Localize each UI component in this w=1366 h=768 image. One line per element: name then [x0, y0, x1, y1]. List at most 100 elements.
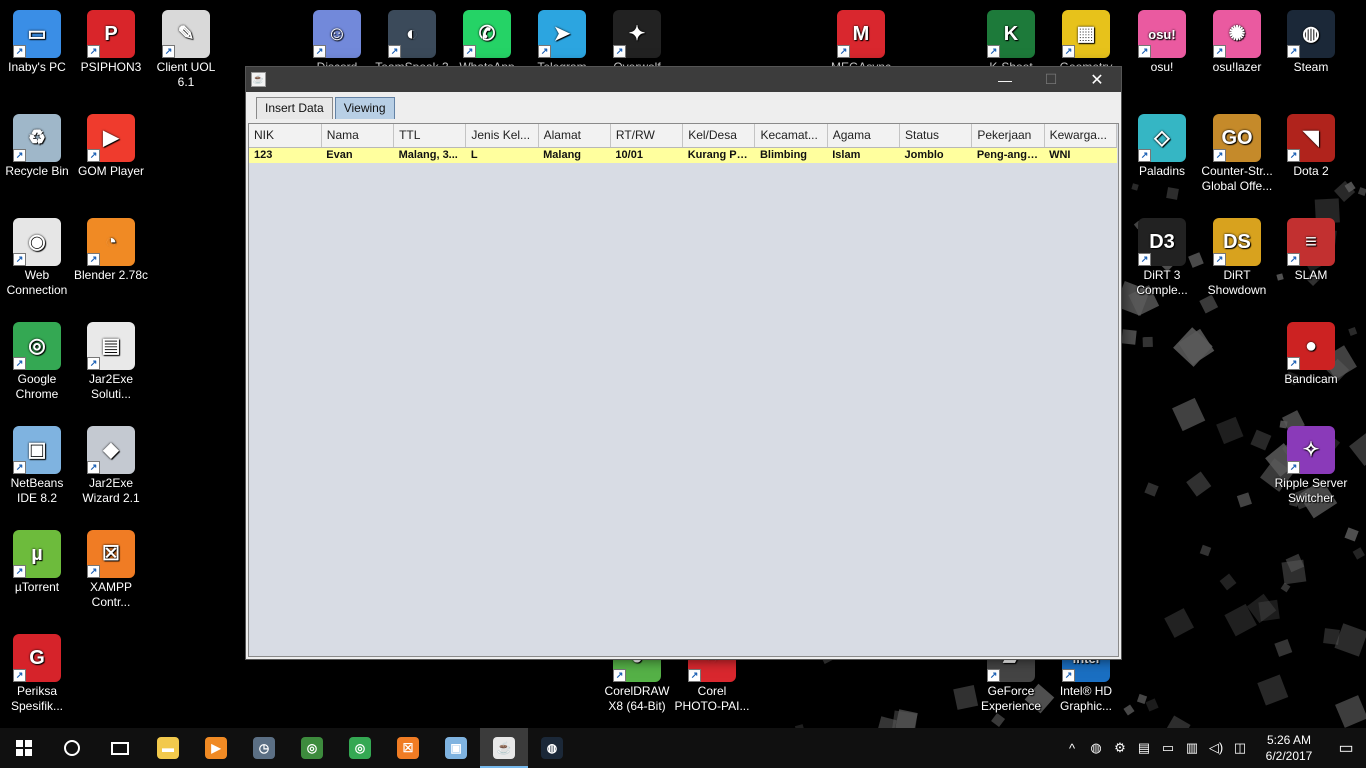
column-header[interactable]: Jenis Kel... [465, 124, 539, 148]
desktop-shortcut[interactable]: G ↗ Periksa Spesifik... [0, 634, 75, 714]
computer-icon: ▭ ↗ [13, 10, 61, 58]
table-row[interactable]: 123 Evan Malang, 3... L Malang 10/01 Kurang Pa… [249, 147, 1117, 163]
search-button[interactable] [48, 728, 96, 768]
column-header[interactable]: TTL [393, 124, 467, 148]
battery-icon[interactable]: ▭ [1156, 740, 1180, 756]
shortcut-arrow-icon: ↗ [87, 461, 100, 474]
taskbar-app-button[interactable]: ☕ [480, 728, 528, 768]
table-cell[interactable]: Jomblo [899, 147, 972, 163]
wallpaper-square [1335, 695, 1366, 728]
steam-icon: ◍ ↗ [1287, 10, 1335, 58]
table-cell[interactable]: L [465, 147, 539, 163]
notifications-button[interactable]: ▭ [1326, 738, 1366, 758]
desktop-shortcut-label: µTorrent [14, 580, 60, 594]
discord-icon: ☺ ↗ [313, 10, 361, 58]
jar2exe-wizard-icon: ◆ ↗ [87, 426, 135, 474]
table-cell[interactable]: Kurang Pa... [682, 147, 755, 163]
desktop-shortcut[interactable]: ✧ ↗ Ripple Server Switcher [1273, 426, 1349, 506]
start-button[interactable] [0, 728, 48, 768]
desktop-shortcut-label: osu!lazer [1212, 60, 1262, 74]
desktop-shortcut[interactable]: ▶ ↗ GOM Player [73, 114, 149, 179]
column-header[interactable]: Alamat [538, 124, 611, 148]
netbeans-icon: ▣ [445, 737, 467, 759]
overwolf-icon: ✦ ↗ [613, 10, 661, 58]
taskbar-app-button[interactable]: ▬ [144, 728, 192, 768]
column-header[interactable]: Kecamat... [754, 124, 828, 148]
table-cell[interactable]: Malang [538, 147, 611, 163]
desktop-shortcut[interactable]: ◆ ↗ Jar2Exe Wizard 2.1 [73, 426, 149, 506]
desktop-shortcut[interactable]: ▣ ↗ NetBeans IDE 8.2 [0, 426, 75, 506]
column-header[interactable]: Kel/Desa [682, 124, 756, 148]
column-header[interactable]: Nama [321, 124, 395, 148]
table-cell[interactable]: Islam [827, 147, 900, 163]
column-header[interactable]: Agama [827, 124, 901, 148]
desktop-shortcut[interactable]: ☒ ↗ XAMPP Contr... [73, 530, 149, 610]
taskbar-app-button[interactable]: ▣ [432, 728, 480, 768]
desktop-shortcut-label: PSIPHON3 [80, 60, 142, 74]
clock-app-icon: ◷ [253, 737, 275, 759]
desktop-shortcut[interactable]: µ ↗ µTorrent [0, 530, 75, 595]
wallpaper-square [1123, 704, 1135, 716]
table-cell[interactable]: 123 [249, 147, 322, 163]
tray-grid-icon[interactable]: ▤ [1132, 740, 1156, 756]
volume-icon[interactable]: ◁) [1204, 740, 1228, 756]
tab-viewing[interactable]: Viewing [334, 97, 395, 119]
wallpaper-square [1257, 674, 1289, 705]
steam-tray-icon[interactable]: ◍ [1084, 740, 1108, 756]
column-header[interactable]: NIK [249, 124, 322, 148]
blender-icon: ◔ ↗ [87, 218, 135, 266]
taskbar-app-button[interactable]: ◷ [240, 728, 288, 768]
table-cell[interactable]: Blimbing [754, 147, 828, 163]
column-header[interactable]: RT/RW [610, 124, 684, 148]
desktop-shortcut[interactable]: ≡ ↗ SLAM [1273, 218, 1349, 283]
periksa-icon: G ↗ [13, 634, 61, 682]
desktop-shortcut[interactable]: ◉ ↗ Web Connection [0, 218, 75, 298]
taskbar-app-button[interactable]: ◎ [336, 728, 384, 768]
desktop-shortcut-label: Counter-Str... Global Offe... [1201, 164, 1273, 193]
desktop-shortcut[interactable]: ♻ ↗ Recycle Bin [0, 114, 75, 179]
action-flag-icon[interactable]: ◫ [1228, 740, 1252, 756]
desktop-shortcut[interactable]: ◎ ↗ Google Chrome [0, 322, 75, 402]
task-view-button[interactable] [96, 728, 144, 768]
desktop-shortcut[interactable]: osu! ↗ osu! [1124, 10, 1200, 75]
window-titlebar[interactable]: ☕ — ☐ ✕ [246, 67, 1121, 92]
desktop-shortcut[interactable]: DS ↗ DiRT Showdown [1199, 218, 1275, 298]
desktop-shortcut[interactable]: ◇ ↗ Paladins [1124, 114, 1200, 179]
taskbar-app-button[interactable]: ▶ [192, 728, 240, 768]
table-cell[interactable]: WNI [1044, 147, 1117, 163]
taskbar-app-button[interactable]: ◎ [288, 728, 336, 768]
desktop-shortcut[interactable]: ◥ ↗ Dota 2 [1273, 114, 1349, 179]
chrome-icon: ◎ [349, 737, 371, 759]
maximize-button[interactable]: ☐ [1028, 67, 1074, 92]
minimize-button[interactable]: — [982, 67, 1028, 92]
column-header[interactable]: Kewarga... [1044, 124, 1118, 148]
network-icon[interactable]: ▥ [1180, 740, 1204, 756]
taskbar-app-button[interactable]: ☒ [384, 728, 432, 768]
desktop-shortcut-label: DiRT 3 Comple... [1136, 268, 1188, 297]
tray-app-icon[interactable]: ⚙ [1108, 740, 1132, 756]
desktop-shortcut[interactable]: ▤ ↗ Jar2Exe Soluti... [73, 322, 149, 402]
desktop-shortcut[interactable]: ▭ ↗ Inaby's PC [0, 10, 75, 75]
desktop-shortcut[interactable]: ✎ ↗ Client UOL 6.1 [148, 10, 224, 90]
system-tray: ^ ◍ ⚙ ▤ ▭ ▥ ◁) ◫ 5:26 AM 6/2/2017 ▭ [1060, 728, 1366, 768]
desktop-shortcut[interactable]: ◔ ↗ Blender 2.78c [73, 218, 149, 283]
table-cell[interactable]: Malang, 3... [393, 147, 466, 163]
table-cell[interactable]: Peng-angg... [971, 147, 1045, 163]
close-button[interactable]: ✕ [1074, 67, 1120, 92]
wallpaper-square [1145, 698, 1159, 713]
table-cell[interactable]: 10/01 [610, 147, 683, 163]
show-hidden-icons-button[interactable]: ^ [1060, 741, 1084, 756]
desktop-shortcut[interactable]: D3 ↗ DiRT 3 Comple... [1124, 218, 1200, 298]
tab-insert-data[interactable]: Insert Data [256, 97, 333, 119]
desktop-shortcut[interactable]: ◍ ↗ Steam [1273, 10, 1349, 75]
desktop-shortcut[interactable]: ● ↗ Bandicam [1273, 322, 1349, 387]
clock[interactable]: 5:26 AM 6/2/2017 [1252, 732, 1326, 764]
table-cell[interactable]: Evan [321, 147, 394, 163]
desktop-shortcut[interactable]: P ↗ PSIPHON3 [73, 10, 149, 75]
taskbar-app-button[interactable]: ◍ [528, 728, 576, 768]
desktop-shortcut[interactable]: GO ↗ Counter-Str... Global Offe... [1199, 114, 1275, 194]
desktop-shortcut[interactable]: ✺ ↗ osu!lazer [1199, 10, 1275, 75]
shortcut-arrow-icon: ↗ [162, 45, 175, 58]
column-header[interactable]: Status [899, 124, 973, 148]
column-header[interactable]: Pekerjaan [971, 124, 1045, 148]
